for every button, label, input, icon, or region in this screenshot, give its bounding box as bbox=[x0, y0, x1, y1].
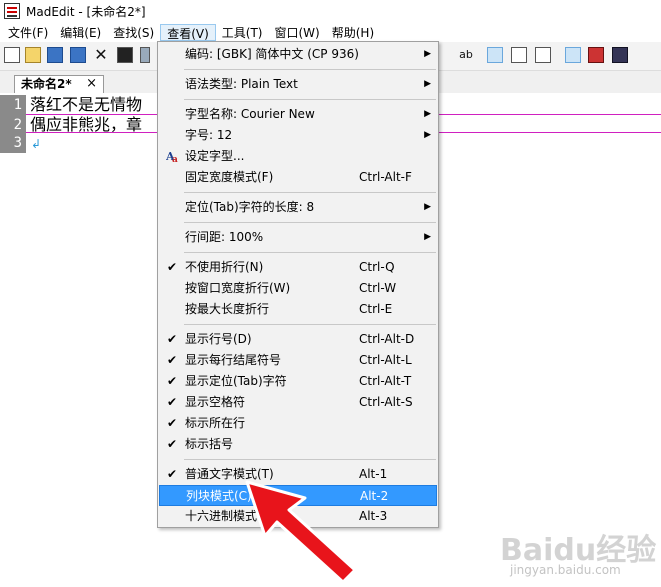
check-mark-icon: ✔ bbox=[167, 467, 178, 481]
window-title: MadEdit - [未命名2*] bbox=[26, 4, 146, 19]
menu-item-show-tab[interactable]: ✔ 显示定位(Tab)字符 Ctrl-Alt-T bbox=[159, 371, 437, 392]
menu-item-show-line-numbers[interactable]: ✔ 显示行号(D) Ctrl-Alt-D bbox=[159, 329, 437, 350]
menu-separator bbox=[184, 324, 436, 325]
menu-separator bbox=[184, 222, 436, 223]
save-all-icon[interactable] bbox=[70, 47, 86, 63]
menu-separator bbox=[184, 69, 436, 70]
submenu-arrow-icon: ▶ bbox=[424, 202, 431, 212]
check-mark-icon: ✔ bbox=[167, 332, 178, 346]
menu-item-show-space[interactable]: ✔ 显示空格符 Ctrl-Alt-S bbox=[159, 392, 437, 413]
baidu-watermark-url: jingyan.baidu.com bbox=[510, 563, 621, 577]
menu-item-syntax[interactable]: 语法类型: Plain Text ▶ bbox=[159, 74, 437, 95]
check-mark-icon: ✔ bbox=[167, 260, 178, 274]
annotation-arrow-icon bbox=[245, 480, 357, 584]
tab-label: 未命名2* bbox=[21, 77, 72, 91]
menu-item-wrap-max[interactable]: 按最大长度折行 Ctrl-E bbox=[159, 299, 437, 320]
line-number: 1 bbox=[0, 95, 26, 115]
menu-help[interactable]: 帮助(H) bbox=[326, 24, 380, 41]
check-mark-icon: ✔ bbox=[167, 437, 178, 451]
menu-view[interactable]: 查看(V) bbox=[160, 23, 216, 41]
replace-icon[interactable]: ab bbox=[455, 47, 477, 63]
new-file-icon[interactable] bbox=[4, 47, 20, 63]
menu-item-encoding[interactable]: 编码: [GBK] 简体中文 (CP 936) ▶ bbox=[159, 44, 437, 65]
wrap-window-icon[interactable] bbox=[511, 47, 527, 63]
menu-separator bbox=[184, 252, 436, 253]
menu-item-show-eol[interactable]: ✔ 显示每行结尾符号 Ctrl-Alt-L bbox=[159, 350, 437, 371]
menu-item-font-name[interactable]: 字型名称: Courier New ▶ bbox=[159, 104, 437, 125]
view-menu-dropdown: 编码: [GBK] 简体中文 (CP 936) ▶ 语法类型: Plain Te… bbox=[157, 41, 439, 528]
undo-icon[interactable] bbox=[140, 47, 150, 63]
wrap-none-icon[interactable] bbox=[487, 47, 503, 63]
submenu-arrow-icon: ▶ bbox=[424, 49, 431, 59]
menu-search[interactable]: 查找(S) bbox=[107, 24, 160, 41]
menu-item-fixed-width[interactable]: 固定宽度模式(F) Ctrl-Alt-F bbox=[159, 167, 437, 188]
column-mode-icon[interactable] bbox=[588, 47, 604, 63]
svg-text:a: a bbox=[172, 155, 178, 163]
tab-close-icon[interactable]: × bbox=[86, 76, 97, 92]
menu-separator bbox=[184, 99, 436, 100]
menu-edit[interactable]: 编辑(E) bbox=[54, 24, 107, 41]
menu-separator bbox=[184, 459, 436, 460]
menu-item-set-font[interactable]: A a 设定字型... bbox=[159, 146, 437, 167]
line-number: 2 bbox=[0, 115, 26, 135]
menu-item-mark-brackets[interactable]: ✔ 标示括号 bbox=[159, 434, 437, 455]
menu-item-wrap-window[interactable]: 按窗口宽度折行(W) Ctrl-W bbox=[159, 278, 437, 299]
menu-item-mark-current-line[interactable]: ✔ 标示所在行 bbox=[159, 413, 437, 434]
close-all-icon[interactable] bbox=[117, 47, 133, 63]
line-number: 3 bbox=[0, 133, 26, 153]
end-of-line-icon: ↲ bbox=[31, 137, 42, 151]
menu-item-font-size[interactable]: 字号: 12 ▶ bbox=[159, 125, 437, 146]
text-mode-icon[interactable] bbox=[565, 47, 581, 63]
font-settings-icon: A a bbox=[166, 150, 178, 163]
check-mark-icon: ✔ bbox=[167, 416, 178, 430]
menu-file[interactable]: 文件(F) bbox=[2, 24, 54, 41]
submenu-arrow-icon: ▶ bbox=[424, 79, 431, 89]
check-mark-icon: ✔ bbox=[167, 353, 178, 367]
submenu-arrow-icon: ▶ bbox=[424, 109, 431, 119]
menu-item-no-wrap[interactable]: ✔ 不使用折行(N) Ctrl-Q bbox=[159, 257, 437, 278]
menu-item-tab-length[interactable]: 定位(Tab)字符的长度: 8 ▶ bbox=[159, 197, 437, 218]
title-bar: MadEdit - [未命名2*] bbox=[0, 0, 661, 22]
menu-window[interactable]: 窗口(W) bbox=[269, 24, 326, 41]
madedit-app-icon bbox=[4, 3, 20, 19]
menu-tools[interactable]: 工具(T) bbox=[216, 24, 269, 41]
line-text: 落红不是无情物 bbox=[30, 95, 143, 114]
tab-untitled-2[interactable]: 未命名2* × bbox=[14, 75, 104, 93]
save-icon[interactable] bbox=[47, 47, 63, 63]
submenu-arrow-icon: ▶ bbox=[424, 232, 431, 242]
menu-separator bbox=[184, 192, 436, 193]
check-mark-icon: ✔ bbox=[167, 374, 178, 388]
menu-bar: 文件(F) 编辑(E) 查找(S) 查看(V) 工具(T) 窗口(W) 帮助(H… bbox=[0, 22, 661, 42]
check-mark-icon: ✔ bbox=[167, 395, 178, 409]
close-file-icon[interactable]: ✕ bbox=[93, 47, 109, 63]
hex-mode-icon[interactable] bbox=[612, 47, 628, 63]
submenu-arrow-icon: ▶ bbox=[424, 130, 431, 140]
open-folder-icon[interactable] bbox=[25, 47, 41, 63]
wrap-column-icon[interactable] bbox=[535, 47, 551, 63]
menu-item-line-spacing[interactable]: 行间距: 100% ▶ bbox=[159, 227, 437, 248]
